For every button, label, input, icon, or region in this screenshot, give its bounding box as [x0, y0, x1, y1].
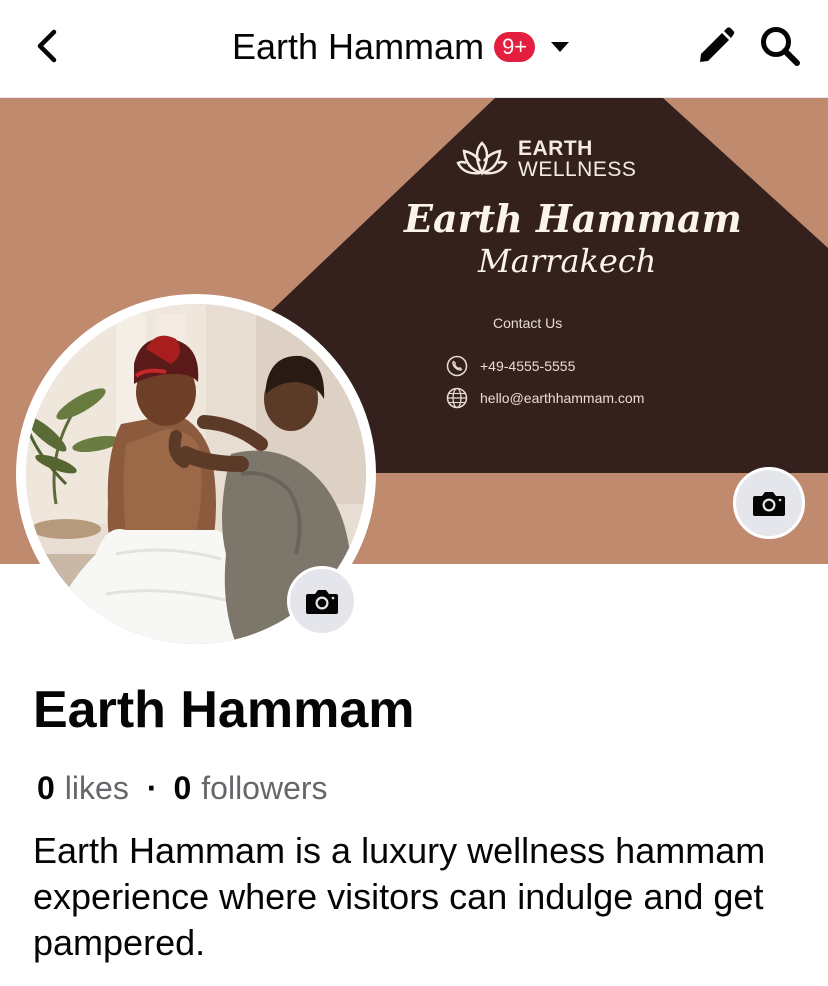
- top-nav-bar: Earth Hammam 9+: [0, 0, 828, 98]
- stats-separator: ·: [146, 770, 158, 806]
- page-stats: 0 likes · 0 followers: [37, 770, 328, 807]
- likes-label[interactable]: likes: [65, 770, 129, 807]
- page-title: Earth Hammam: [232, 26, 485, 67]
- caret-down-icon: [551, 42, 570, 52]
- likes-count: 0: [37, 770, 55, 806]
- cover-subtitle: Marrakech: [478, 242, 657, 280]
- back-button[interactable]: [28, 26, 68, 66]
- brand-name-bottom: WELLNESS: [518, 158, 637, 181]
- search-button[interactable]: [756, 22, 804, 70]
- profile-name: Earth Hammam: [33, 681, 415, 739]
- lotus-icon: [456, 141, 508, 176]
- brand-logo: EARTH WELLNESS: [456, 138, 636, 180]
- contact-phone: +49-4555-5555: [446, 355, 575, 377]
- followers-count: 0: [173, 770, 192, 806]
- camera-icon: [753, 492, 785, 516]
- search-icon: [761, 27, 800, 66]
- edit-button[interactable]: [694, 24, 738, 68]
- pencil-icon: [700, 27, 735, 62]
- globe-icon: [446, 387, 468, 409]
- notification-badge: 9+: [494, 32, 536, 62]
- phone-number: +49-4555-5555: [480, 358, 576, 374]
- phone-icon: [446, 355, 468, 377]
- email-address: hello@earthhammam.com: [480, 390, 645, 406]
- contact-label: Contact Us: [493, 315, 563, 331]
- followers-label[interactable]: followers: [201, 770, 327, 807]
- chevron-left-icon: [37, 29, 57, 63]
- page-bio: Earth Hammam is a luxury wellness hammam…: [33, 830, 766, 963]
- camera-icon: [306, 590, 338, 614]
- brand-name-top: EARTH: [518, 137, 593, 160]
- edit-cover-photo-button[interactable]: [733, 467, 805, 539]
- contact-email: hello@earthhammam.com: [446, 387, 644, 409]
- edit-profile-picture-button[interactable]: [287, 566, 357, 636]
- cover-title: Earth Hammam: [404, 196, 742, 241]
- page-switcher[interactable]: Earth Hammam 9+: [232, 24, 570, 70]
